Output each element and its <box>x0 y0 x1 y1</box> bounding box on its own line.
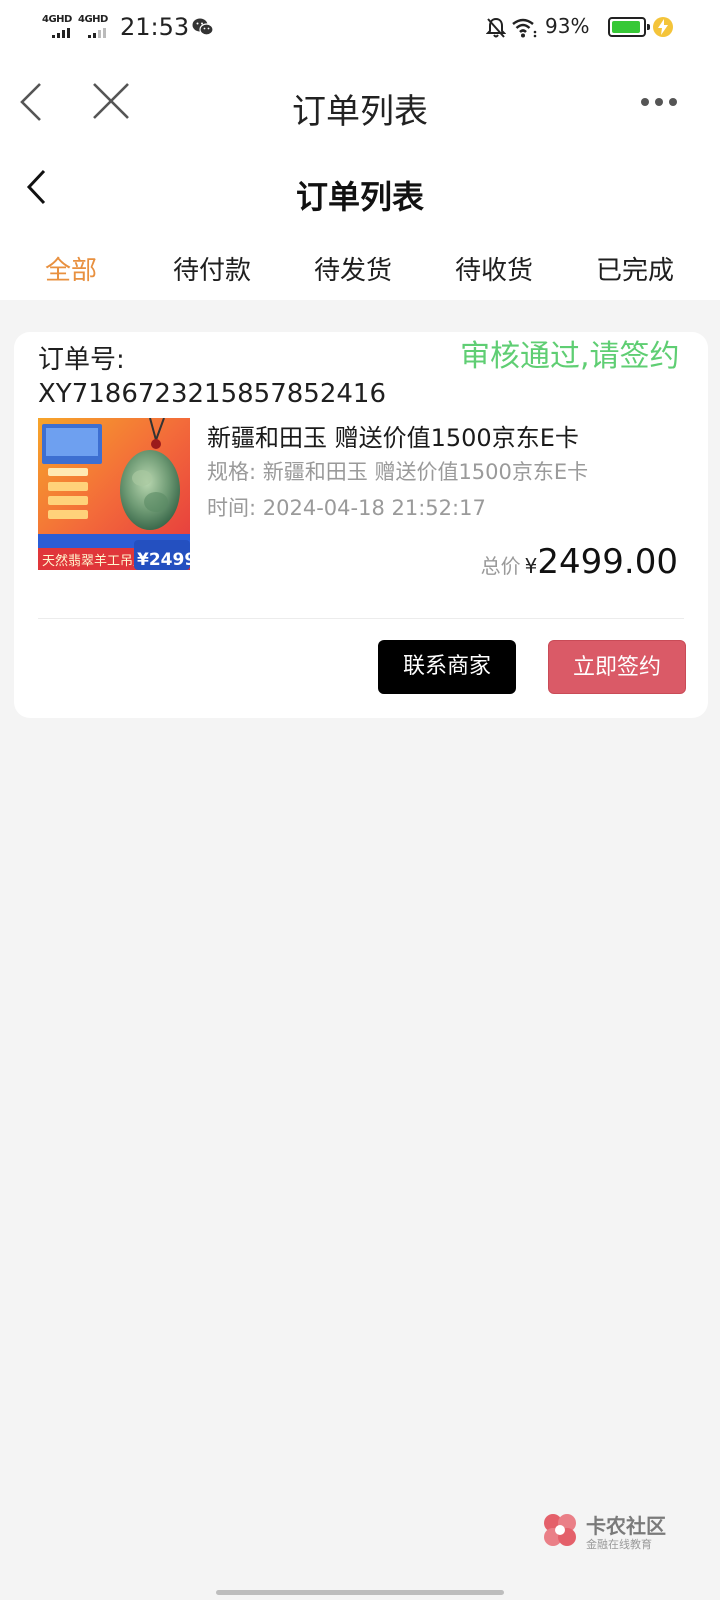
total-label: 总价 <box>480 554 521 578</box>
contact-seller-button[interactable]: 联系商家 <box>378 640 516 694</box>
tab-completed[interactable]: 已完成 <box>570 250 700 287</box>
time-value: 2024-04-18 21:52:17 <box>262 496 486 520</box>
image-price-text: ¥2499 <box>137 550 190 570</box>
watermark-subtitle: 金融在线教育 <box>586 1538 652 1551</box>
more-horizontal-icon[interactable] <box>640 96 678 108</box>
status-bar: 4GHD 4GHD 21:53 93% <box>0 0 720 58</box>
browser-title: 订单列表 <box>292 92 428 132</box>
page-header: 订单列表 <box>0 152 720 232</box>
currency-symbol: ¥ <box>524 554 538 578</box>
wifi-icon <box>512 18 537 38</box>
product-image[interactable]: 天然翡翠羊工吊坠 ¥2499 <box>38 418 190 570</box>
mute-bell-icon <box>486 17 506 38</box>
spec-value: 新疆和田玉 赠送价值1500京东E卡 <box>262 460 589 484</box>
sign-contract-button[interactable]: 立即签约 <box>548 640 686 694</box>
page-title: 订单列表 <box>295 178 424 216</box>
watermark-logo: 卡农社区 金融在线教育 <box>540 1510 670 1551</box>
product-title: 新疆和田玉 赠送价值1500京东E卡 <box>207 424 579 452</box>
order-card[interactable]: 订单号: XY7186723215857852416 审核通过,请签约 天然翡翠… <box>14 332 708 718</box>
order-total: 总价 ¥2499.00 <box>481 542 678 582</box>
signal-indicator-1: 4GHD <box>42 14 76 40</box>
order-number-label: 订单号: <box>38 345 125 375</box>
tab-pending-shipment[interactable]: 待发货 <box>288 250 418 287</box>
signal-bars-icon <box>88 28 112 38</box>
card-divider <box>38 618 684 619</box>
signal-indicator-2: 4GHD <box>78 14 112 40</box>
image-banner-text: 天然翡翠羊工吊坠 <box>42 553 146 569</box>
home-indicator[interactable] <box>216 1590 504 1595</box>
signal-label: 4GHD <box>78 14 108 25</box>
status-time: 21:53 <box>120 13 190 41</box>
product-spec: 规格: 新疆和田玉 赠送价值1500京东E卡 <box>207 456 588 486</box>
total-amount: 2499.00 <box>537 542 678 582</box>
kanong-logo-icon <box>544 1514 576 1546</box>
signal-bars-icon <box>52 28 76 38</box>
order-number: XY7186723215857852416 <box>38 379 386 409</box>
wechat-icon <box>192 18 214 36</box>
time-label: 时间: <box>207 496 257 520</box>
order-time: 时间: 2024-04-18 21:52:17 <box>207 492 486 522</box>
spec-label: 规格: <box>207 460 257 484</box>
order-status: 审核通过,请签约 <box>460 339 680 374</box>
tab-all[interactable]: 全部 <box>6 250 136 287</box>
order-tabs: 全部 待付款 待发货 待收货 已完成 <box>0 250 720 296</box>
signal-label: 4GHD <box>42 14 72 25</box>
tab-pending-payment[interactable]: 待付款 <box>147 250 277 287</box>
watermark-name: 卡农社区 <box>586 1514 666 1538</box>
battery-percent: 93% <box>545 14 590 38</box>
charging-icon <box>653 17 673 37</box>
tab-pending-receipt[interactable]: 待收货 <box>429 250 559 287</box>
browser-nav-bar: 订单列表 <box>0 66 720 140</box>
battery-icon <box>608 17 650 37</box>
